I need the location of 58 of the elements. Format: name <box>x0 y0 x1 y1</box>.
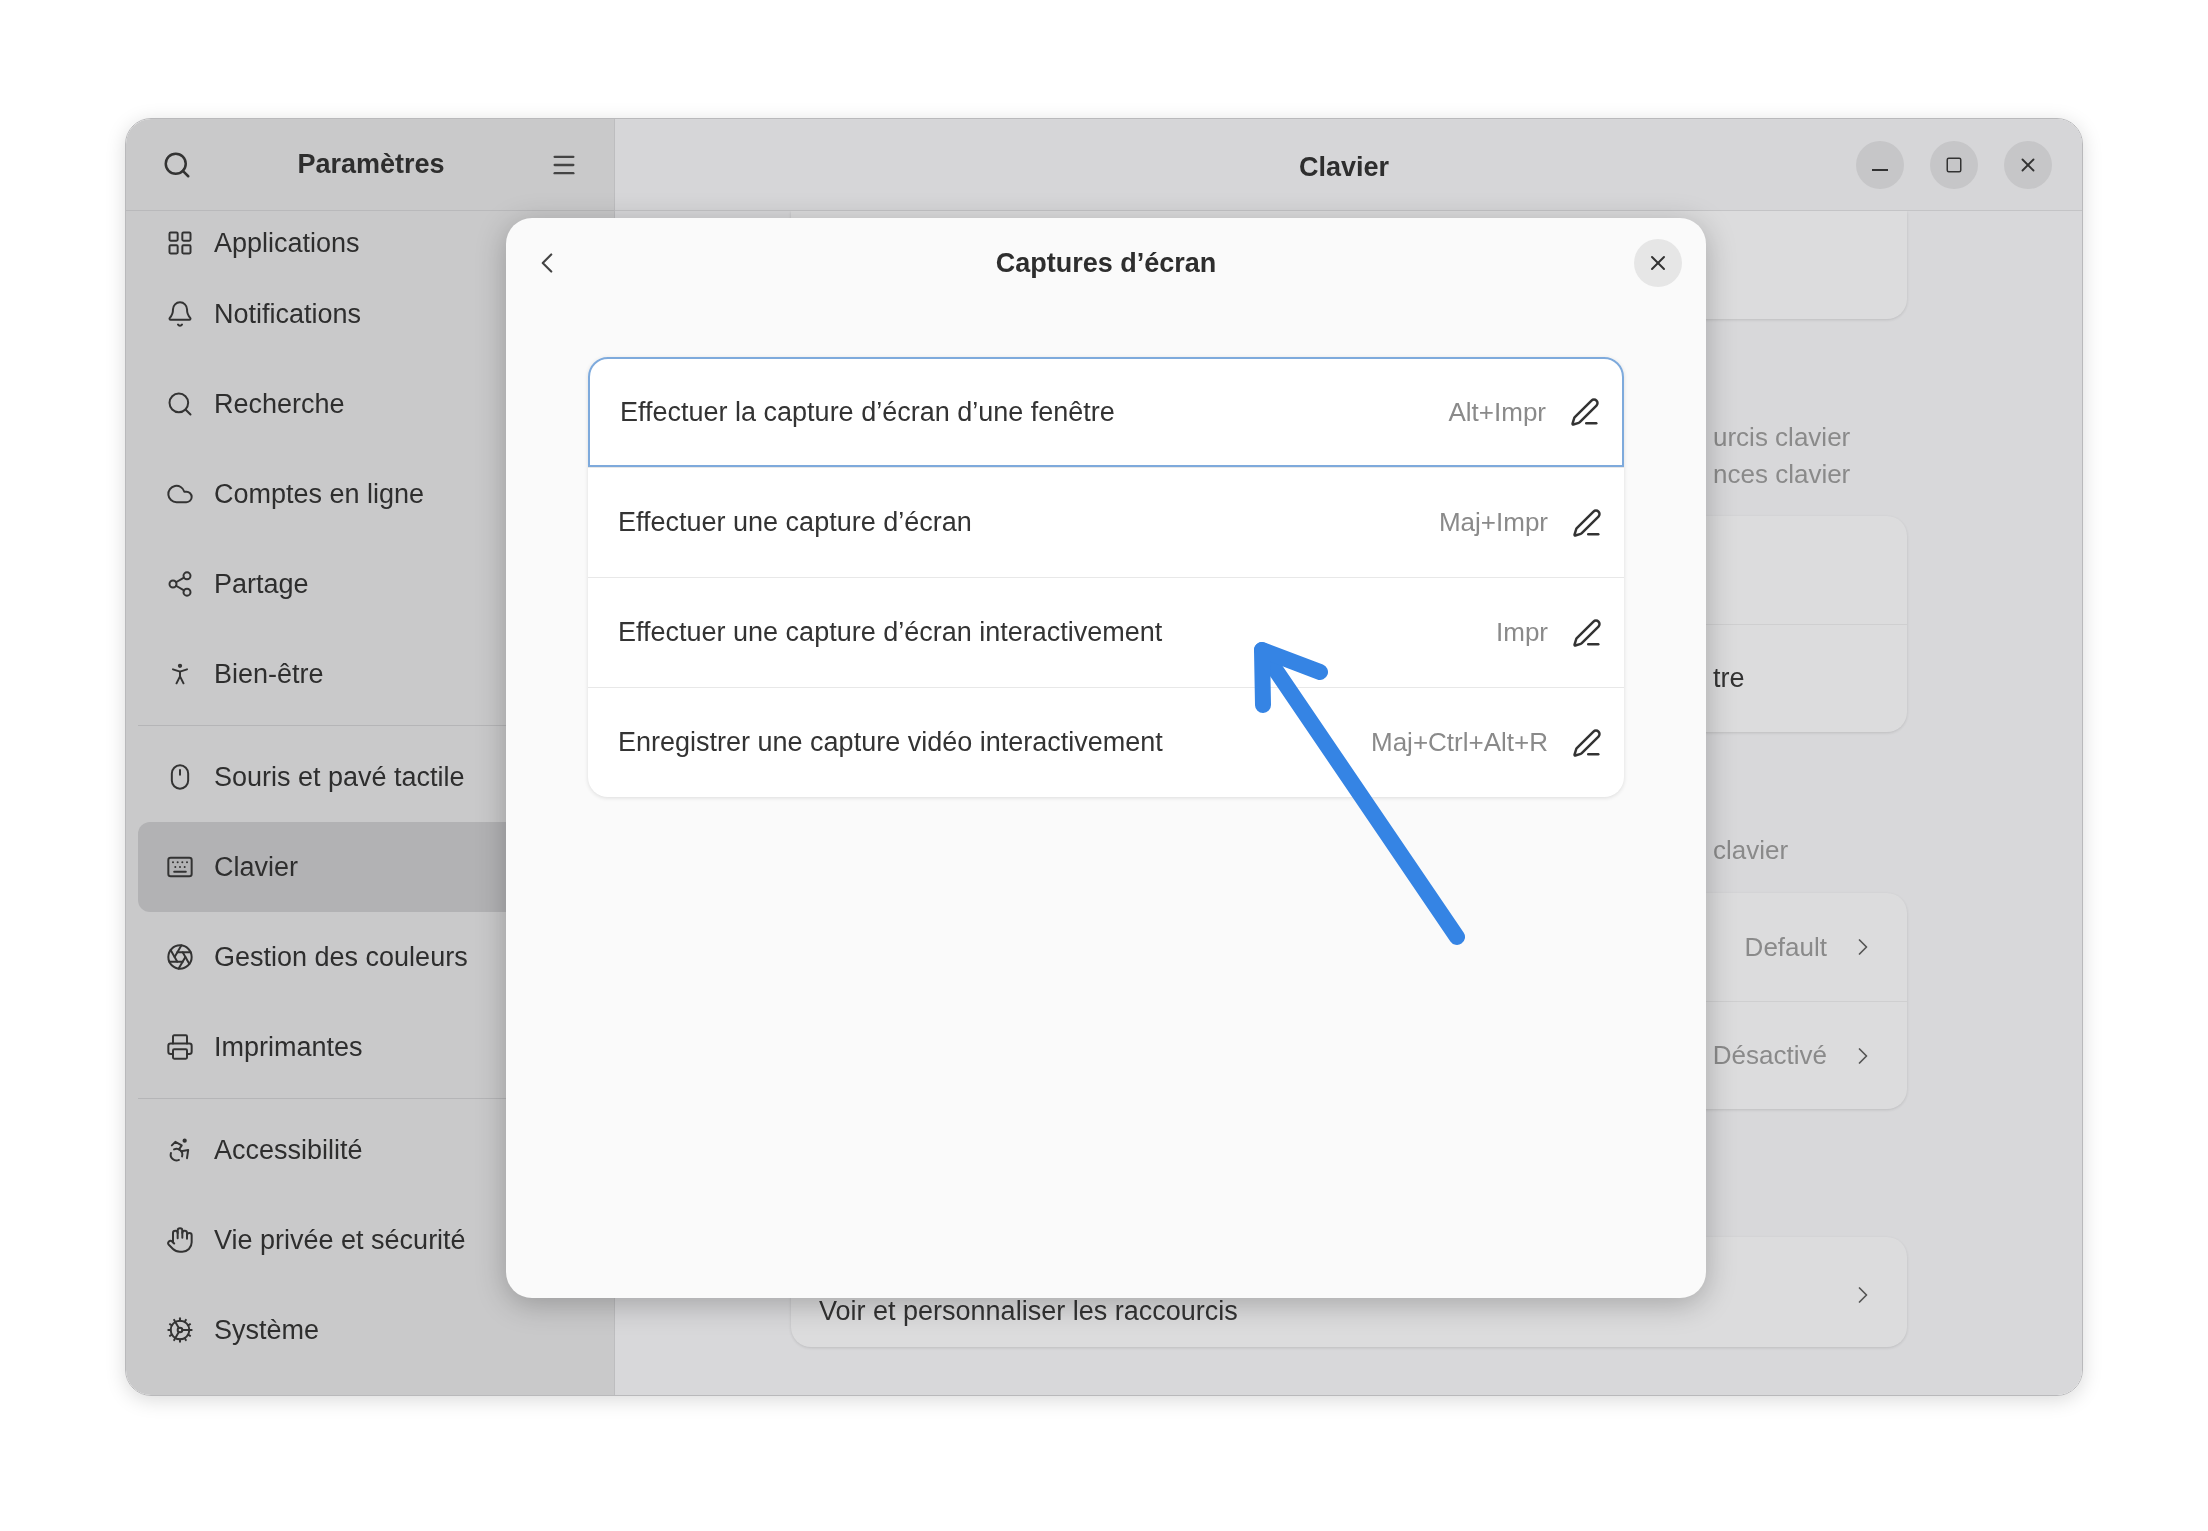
shortcut-row[interactable]: Effectuer une capture d’écran interactivement Impr <box>588 577 1624 687</box>
shortcut-row[interactable]: Enregistrer une capture vidéo interactivement Maj+Ctrl+Alt+R <box>588 687 1624 797</box>
edit-icon[interactable] <box>1570 397 1600 427</box>
shortcut-keys: Maj+Ctrl+Alt+R <box>1371 723 1548 762</box>
hand-icon <box>166 1226 194 1254</box>
sidebar-label: Système <box>214 1313 320 1347</box>
sidebar-label: Clavier <box>214 850 299 884</box>
printer-icon <box>166 1033 194 1061</box>
row-value: Désactivé <box>1712 1039 1827 1072</box>
shortcut-label: Enregistrer une capture vidéo interactivement <box>618 726 1163 760</box>
sidebar-label: Applications <box>214 226 360 260</box>
sidebar-label: Imprimantes <box>214 1030 363 1064</box>
shortcut-label: Effectuer une capture d’écran interactivement <box>618 616 1163 650</box>
row-label: tre <box>1713 662 1745 696</box>
sidebar-label: Vie privée et sécurité <box>214 1223 466 1257</box>
sidebar-title: Paramètres <box>297 148 445 182</box>
sidebar-label: Recherche <box>214 387 345 421</box>
sidebar-label: Gestion des couleurs <box>214 940 468 974</box>
search-icon <box>166 390 194 418</box>
section-caption: clavier <box>1713 834 1790 867</box>
sidebar-label: Notifications <box>214 297 362 331</box>
sidebar-item[interactable]: Accessibilité <box>138 1105 602 1195</box>
shortcut-label: Effectuer la capture d’écran d’une fenêtre <box>620 395 1115 429</box>
maximize-icon <box>1945 155 1963 174</box>
sidebar-label: Comptes en ligne <box>214 477 425 511</box>
sidebar-item[interactable]: Notifications <box>138 269 602 359</box>
window-title: Clavier <box>1299 151 1390 184</box>
gear-icon <box>166 1316 194 1344</box>
shortcut-keys: Maj+Impr <box>1438 503 1548 542</box>
maximize-button[interactable] <box>1930 140 1978 189</box>
edit-icon[interactable] <box>1572 617 1602 648</box>
sidebar-label: Partage <box>214 567 309 601</box>
shortcut-keys: Impr <box>1496 613 1548 652</box>
sidebar-item[interactable]: Imprimantes <box>138 1002 602 1092</box>
close-button[interactable] <box>2004 140 2052 189</box>
close-button[interactable] <box>1634 239 1682 287</box>
shortcut-keys: Alt+Impr <box>1448 392 1546 432</box>
shortcut-label: Effectuer une capture d’écran <box>618 506 972 540</box>
aperture-icon <box>166 943 194 971</box>
edit-icon[interactable] <box>1572 507 1602 538</box>
sidebar-item[interactable]: Système <box>138 1285 602 1375</box>
grid-icon <box>166 229 194 257</box>
sidebar-item[interactable]: Gestion des couleurs <box>138 912 602 1002</box>
edit-icon[interactable] <box>1572 727 1602 758</box>
sidebar-item[interactable]: Vie privée et sécurité <box>138 1195 602 1285</box>
sidebar-label: Souris et pavé tactile <box>214 760 465 794</box>
bell-icon <box>166 300 194 328</box>
sidebar-label: Accessibilité <box>214 1133 363 1167</box>
share-icon <box>166 570 194 598</box>
section-caption: nces clavier <box>1713 458 1852 491</box>
row-value: Default <box>1744 930 1827 964</box>
minimize-icon <box>1872 168 1888 171</box>
shortcut-row[interactable]: Effectuer une capture d’écran Maj+Impr <box>588 467 1624 577</box>
section-caption: urcis clavier <box>1713 421 1852 454</box>
sidebar-label: Bien-être <box>214 657 324 691</box>
shortcut-row[interactable]: Effectuer la capture d’écran d’une fenêtre Alt+Impr <box>588 357 1624 467</box>
dialog-title: Captures d’écran <box>995 246 1217 280</box>
sidebar-item[interactable]: Applications <box>138 217 602 269</box>
